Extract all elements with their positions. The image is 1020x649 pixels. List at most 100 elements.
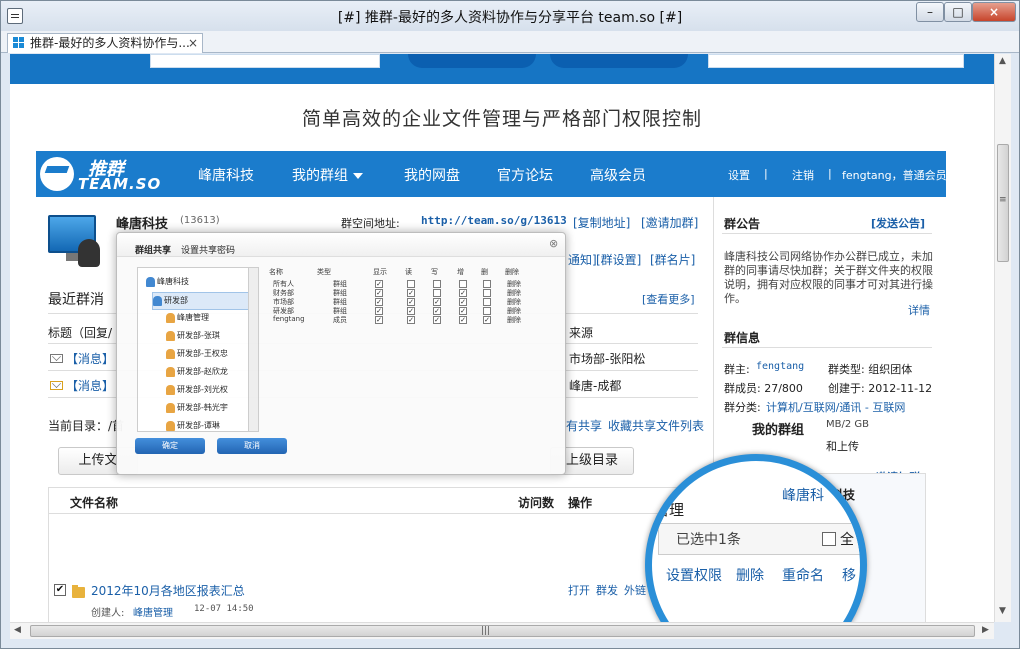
perm-checkbox[interactable] [459, 280, 467, 288]
perm-delete-link[interactable]: 删除 [507, 315, 521, 325]
perm-checkbox[interactable]: ✓ [459, 316, 467, 324]
nav-item-my-groups[interactable]: 我的群组 [292, 165, 363, 185]
browser-tab[interactable]: 推群-最好的多人资料协作与... × [7, 33, 203, 53]
perm-checkbox[interactable]: ✓ [375, 280, 383, 288]
perm-checkbox[interactable]: ✓ [483, 316, 491, 324]
tree-item-label: 研发部-谭琳 [177, 421, 220, 430]
perm-checkbox[interactable] [483, 298, 491, 306]
perm-checkbox[interactable]: ✓ [433, 307, 441, 315]
minimize-button[interactable]: – [916, 2, 944, 22]
dialog-close-icon[interactable]: ⊗ [549, 237, 558, 250]
team-so-logo[interactable]: 推群 TEAM.SO [40, 155, 160, 193]
dialog-cancel-button[interactable]: 取消 [217, 438, 287, 454]
category-link[interactable]: 计算机/互联网/通讯 - 互联网 [766, 399, 905, 415]
horizontal-scrollbar[interactable]: ◀ ||| ▶ [10, 622, 994, 639]
file-name-link[interactable]: 2012年10月各地区报表汇总 [91, 582, 245, 599]
group-settings-link[interactable]: [群设置] [596, 251, 641, 268]
favorite-shared-link[interactable]: 收藏共享文件列表 [608, 417, 704, 434]
zoom-selected-count: 已选中1条 [676, 532, 741, 548]
tree-item[interactable]: 研发部-王权忠 [166, 346, 258, 364]
broadcast-link[interactable]: 群发 [596, 582, 618, 598]
notice-detail-link[interactable]: 详情 [908, 302, 930, 318]
zoom-select-all-checkbox[interactable] [822, 532, 836, 546]
perm-checkbox[interactable]: ✓ [407, 307, 415, 315]
close-window-button[interactable]: × [972, 2, 1016, 22]
nav-item-vip[interactable]: 高级会员 [590, 165, 646, 185]
tree-scrollbar[interactable] [248, 268, 258, 431]
tree-item[interactable]: 峰唐管理 [166, 310, 258, 328]
perm-checkbox[interactable]: ✓ [407, 289, 415, 297]
perm-checkbox[interactable]: ✓ [459, 298, 467, 306]
message-tag[interactable]: 【消息】 [66, 377, 114, 394]
zoom-rename-link[interactable]: 重命名 [782, 565, 824, 585]
zoom-move-link[interactable]: 移 [842, 565, 856, 585]
shared-link[interactable]: 有共享 [566, 417, 602, 434]
dialog-ok-button[interactable]: 确定 [135, 438, 205, 454]
perm-checkbox[interactable] [407, 280, 415, 288]
group-url-label: 群空间地址: [341, 217, 400, 230]
send-notice-link[interactable]: [发送公告] [871, 215, 925, 231]
zoom-delete-link[interactable]: 删除 [736, 565, 764, 585]
tree-item-selected[interactable]: 研发部 [152, 292, 258, 310]
tab-close-icon[interactable]: × [188, 34, 198, 52]
creator-name[interactable]: 峰唐管理 [133, 604, 173, 619]
nav-logout-link[interactable]: 注销 [792, 167, 814, 183]
notice-link[interactable]: 通知] [568, 251, 597, 268]
nav-separator: | [828, 167, 832, 180]
nav-user-label[interactable]: fengtang，普通会员 [842, 167, 946, 183]
row-checkbox[interactable]: ✔ [54, 584, 66, 596]
perm-checkbox[interactable]: ✓ [459, 307, 467, 315]
dialog-tab-group-share[interactable]: 群组共享 [135, 243, 171, 256]
perm-checkbox[interactable]: ✓ [375, 298, 383, 306]
tree-item[interactable]: 研发部-韩光宇 [166, 400, 258, 418]
banner-button-1[interactable] [408, 54, 536, 68]
perm-checkbox[interactable]: ✓ [459, 289, 467, 297]
person-icon [166, 312, 175, 323]
copy-url-link[interactable]: [复制地址] [573, 214, 630, 231]
banner-button-2[interactable] [550, 54, 688, 68]
banner-input[interactable] [150, 54, 380, 68]
message-tag[interactable]: 【消息】 [66, 350, 114, 367]
tree-item[interactable]: 研发部-刘光权 [166, 382, 258, 400]
nav-item-forum[interactable]: 官方论坛 [497, 165, 553, 185]
zoom-tree-label[interactable]: 峰唐科 [782, 485, 824, 505]
maximize-button[interactable]: □ [944, 2, 972, 22]
perm-checkbox[interactable]: ✓ [375, 307, 383, 315]
nav-settings-link[interactable]: 设置 [728, 167, 750, 183]
perm-checkbox[interactable] [433, 280, 441, 288]
open-link[interactable]: 打开 [568, 582, 590, 598]
perm-checkbox[interactable] [483, 289, 491, 297]
perm-checkbox[interactable]: ✓ [407, 298, 415, 306]
tree-item[interactable]: 峰唐科技 [146, 274, 256, 292]
view-more-link[interactable]: [查看更多] [642, 291, 695, 307]
share-link[interactable]: 外链 [624, 582, 646, 598]
zoom-set-permission-link[interactable]: 设置权限 [666, 565, 722, 585]
tree-item[interactable]: 研发部-张琪 [166, 328, 258, 346]
perm-checkbox[interactable]: ✓ [375, 316, 383, 324]
perm-checkbox[interactable]: ✓ [375, 289, 383, 297]
scroll-left-icon[interactable]: ◀ [14, 625, 21, 635]
perm-checkbox[interactable] [433, 289, 441, 297]
vertical-scroll-thumb[interactable]: ≡ [997, 144, 1009, 262]
perm-checkbox[interactable]: ✓ [407, 316, 415, 324]
owner-link[interactable]: fengtang [756, 361, 804, 372]
perm-checkbox[interactable]: ✓ [433, 316, 441, 324]
group-card-link[interactable]: [群名片] [650, 251, 695, 268]
nav-item-company[interactable]: 峰唐科技 [198, 165, 254, 185]
invite-link[interactable]: [邀请加群] [641, 214, 698, 231]
perm-checkbox[interactable] [483, 280, 491, 288]
perm-checkbox[interactable] [483, 307, 491, 315]
perm-checkbox[interactable]: ✓ [433, 298, 441, 306]
scroll-right-icon[interactable]: ▶ [982, 625, 989, 635]
dialog-tab-password[interactable]: 设置共享密码 [181, 243, 235, 256]
tree-item[interactable]: 研发部-谭琳 [166, 418, 258, 431]
scroll-up-icon[interactable]: ▲ [999, 56, 1006, 66]
horizontal-scroll-thumb[interactable]: ||| [30, 625, 975, 637]
banner-field[interactable] [708, 54, 964, 68]
scroll-down-icon[interactable]: ▼ [999, 606, 1006, 616]
nav-item-my-disk[interactable]: 我的网盘 [404, 165, 460, 185]
vertical-scrollbar[interactable]: ▲ ≡ ▼ [994, 54, 1011, 622]
group-url[interactable]: http://team.so/g/13613 [421, 214, 567, 227]
tree-item[interactable]: 研发部-赵欣龙 [166, 364, 258, 382]
group-avatar [48, 215, 100, 269]
